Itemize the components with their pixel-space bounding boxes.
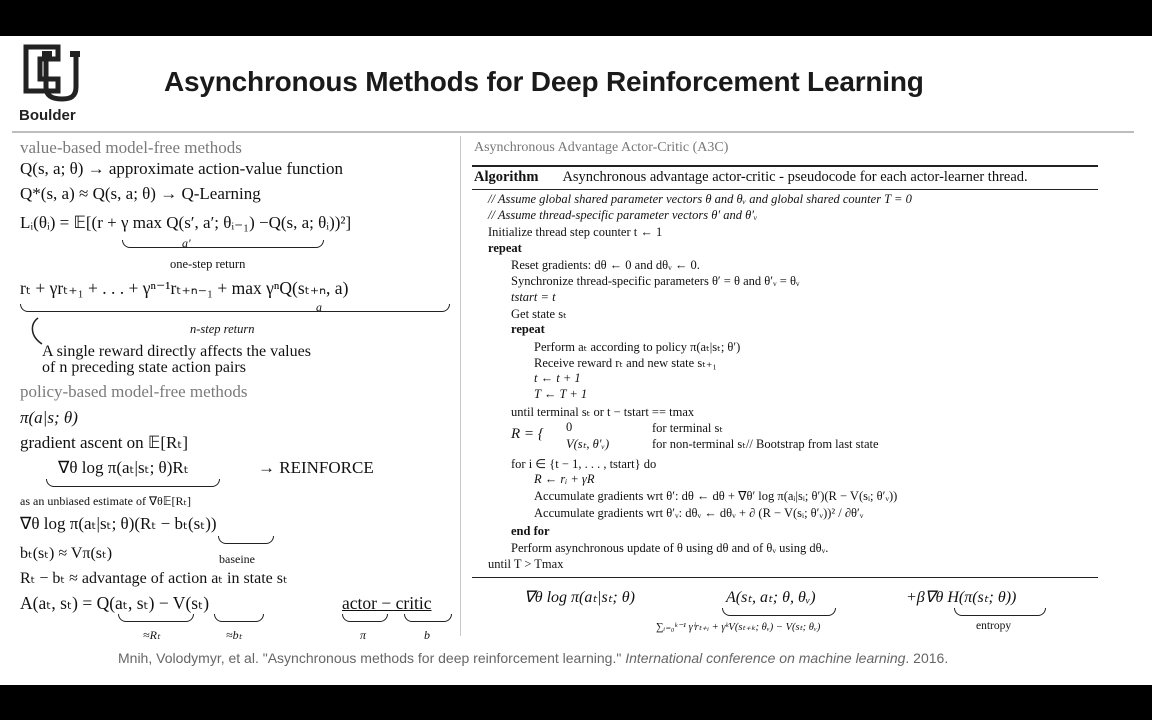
algo-line: Synchronize thread-specific parameters θ… (511, 274, 800, 288)
advantage-text: Rₜ − bₜ ≈ advantage of action aₜ in stat… (20, 570, 288, 587)
algo-line: Get state sₜ (511, 307, 567, 321)
n-step-label: n-step return (190, 322, 255, 336)
algorithm-bottom-rule (472, 577, 1098, 578)
actor-brace (342, 614, 388, 622)
entropy-term: +β∇θ H(π(sₜ; θ)) (906, 589, 1017, 606)
advantage-def: A(aₜ, sₜ) = Q(aₜ, sₜ) − V(sₜ) (20, 593, 210, 613)
v-brace (214, 614, 264, 622)
algo-line: tstart = t (511, 290, 556, 304)
algo-line: t ← t + 1 (534, 371, 581, 385)
r-case-lhs: R = { (511, 426, 544, 442)
baseline-brace (218, 536, 274, 544)
citation-year: . 2016. (905, 650, 949, 666)
algo-line: Perform aₜ according to policy π(aₜ|sₜ; … (534, 340, 741, 354)
reinforce-expr: ∇θ log π(aₜ|sₜ; θ)Rₜ (58, 458, 189, 477)
one-step-label: one-step return (170, 257, 246, 271)
advantage-term: A(sₜ, aₜ; θ, θᵥ) (726, 589, 816, 606)
slide-title: Asynchronous Methods for Deep Reinforcem… (164, 66, 924, 97)
one-step-brace (122, 240, 324, 248)
citation-venue: International conference on machine lear… (625, 650, 906, 666)
r-case-value: V(sₜ, θ′ᵥ) (566, 437, 610, 451)
reinforce-arrow: → REINFORCE (258, 458, 374, 477)
annotation-arrow (31, 317, 43, 345)
advantage-brace (722, 608, 836, 616)
algo-line: Reset gradients: dθ ← 0 and dθᵥ ← 0. (511, 258, 700, 272)
q-approx-label: ≈Rₜ (143, 628, 161, 642)
baseline-label: baseine (219, 552, 255, 566)
actor-symbol: π (360, 628, 367, 642)
critic-symbol: b (424, 628, 430, 642)
critic-brace (404, 614, 452, 622)
r-case-condition: for terminal sₜ (652, 421, 724, 435)
annotation-line-2: of n preceding state action pairs (42, 359, 246, 376)
advantage-expansion: ∑ᵢ₌₀ᵏ⁻¹ γⁱrₜ₊ᵢ + γᵏV(sₜ₊ₖ; θᵥ) − V(sₜ; θ… (656, 622, 821, 633)
algo-line: until T > Tmax (488, 557, 564, 571)
n-step-brace (20, 304, 450, 312)
q-star-approx: Q*(s, a) ≈ Q(s, a; θ) → Q-Learning (20, 184, 261, 203)
algo-line: Perform asynchronous update of θ using d… (511, 541, 829, 555)
entropy-brace (954, 608, 1046, 616)
algo-line: // Assume global shared parameter vector… (488, 192, 912, 206)
algo-line: Accumulate gradients wrt θ′: dθ ← dθ + ∇… (534, 489, 898, 503)
algo-line: until terminal sₜ or t − tstart == tmax (511, 405, 695, 419)
entropy-label: entropy (976, 620, 1012, 632)
baseline-expr: ∇θ log π(aₜ|sₜ; θ)(Rₜ − bₜ(sₜ)) (20, 514, 217, 533)
policy-based-heading: policy-based model-free methods (20, 382, 248, 401)
loss-function: Lᵢ(θᵢ) = 𝔼[(r + γ max Q(s′, a′; θᵢ₋₁) −Q… (20, 213, 352, 232)
v-approx-label: ≈bₜ (226, 628, 243, 642)
r-case-condition: for non-terminal sₜ// Bootstrap from las… (652, 437, 879, 451)
algo-line: Receive reward rₜ and new state sₜ₊₁ (534, 356, 717, 370)
algorithm-title-rule (472, 189, 1098, 190)
cu-boulder-logo: Boulder (18, 43, 84, 124)
q-definition: Q(s, a; θ) → approximate action-value fu… (20, 159, 344, 178)
header-divider (12, 131, 1134, 133)
slide: Boulder Asynchronous Methods for Deep Re… (0, 36, 1152, 685)
algorithm-label: Algorithm (474, 169, 539, 185)
value-based-heading: value-based model-free methods (20, 138, 242, 157)
algo-line: T ← T + 1 (534, 387, 588, 401)
citation-text: Mnih, Volodymyr, et al. "Asynchronous me… (118, 650, 622, 666)
a3c-heading: Asynchronous Advantage Actor-Critic (A3C… (474, 140, 729, 155)
column-divider (460, 136, 461, 636)
baseline-approx: bₜ(sₜ) ≈ Vπ(sₜ) (20, 545, 113, 562)
q-brace (118, 614, 194, 622)
algo-line: Initialize thread step counter t ← 1 (488, 225, 663, 239)
policy-def: π(a|s; θ) (20, 408, 78, 427)
r-case-value: 0 (566, 420, 573, 434)
algo-line: for i ∈ {t − 1, . . . , tstart} do (511, 457, 657, 471)
algo-line: Accumulate gradients wrt θ′ᵥ: dθᵥ ← dθᵥ … (534, 506, 864, 520)
unbiased-estimate-note: as an unbiased estimate of ∇θ𝔼[Rₜ] (20, 494, 192, 508)
algo-keyword: repeat (511, 322, 545, 336)
logo-text: Boulder (19, 107, 76, 124)
reinforce-brace (46, 479, 220, 487)
algo-line: R ← rᵢ + γR (534, 472, 595, 486)
n-step-return-expr: rₜ + γrₜ₊₁ + . . . + γⁿ⁻¹rₜ₊ₙ₋₁ + max γⁿ… (20, 278, 349, 298)
citation: Mnih, Volodymyr, et al. "Asynchronous me… (118, 650, 948, 666)
algorithm-title-row: Algorithm Asynchronous advantage actor-cr… (474, 169, 1028, 186)
algorithm-top-rule (472, 165, 1098, 167)
gradient-ascent: gradient ascent on 𝔼[Rₜ] (20, 433, 188, 452)
policy-gradient-term: ∇θ log π(aₜ|sₜ; θ) (524, 589, 635, 606)
algo-keyword: repeat (488, 241, 522, 255)
actor-critic: actor − critic (342, 593, 432, 613)
algo-line: // Assume thread-specific parameter vect… (488, 208, 758, 222)
algo-keyword: end for (511, 524, 550, 538)
algorithm-title: Asynchronous advantage actor-critic - ps… (562, 169, 1028, 185)
